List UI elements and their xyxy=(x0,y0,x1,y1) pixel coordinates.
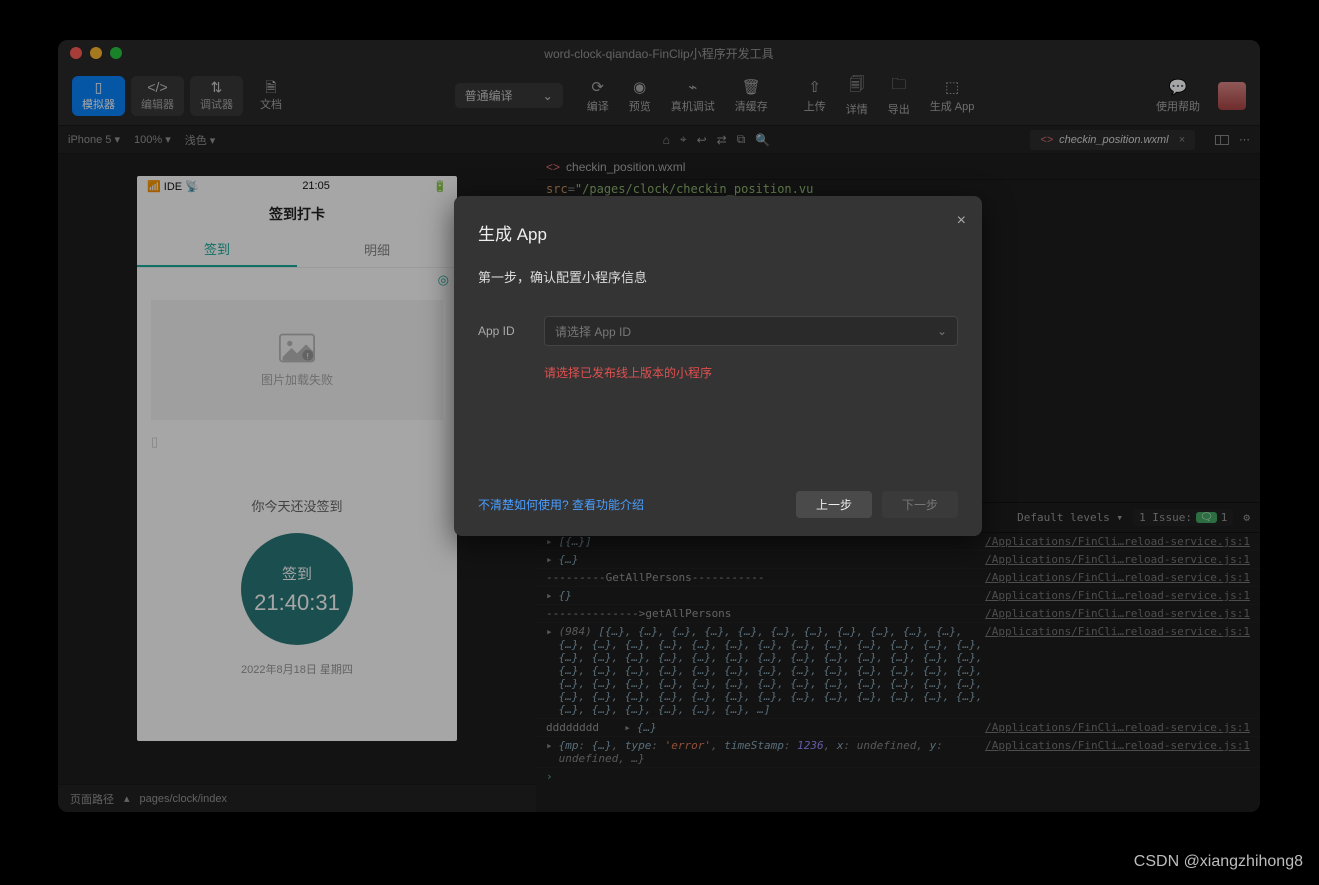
appid-select[interactable]: 请选择 App ID ⌄ xyxy=(544,316,958,346)
watermark: CSDN @xiangzhihong8 xyxy=(1134,853,1303,871)
chevron-down-icon: ⌄ xyxy=(937,324,947,338)
modal-step: 第一步，确认配置小程序信息 xyxy=(478,267,958,286)
app-window: word-clock-qiandao-FinClip小程序开发工具 ▯模拟器 <… xyxy=(58,40,1260,812)
prev-step-button[interactable]: 上一步 xyxy=(796,491,872,518)
modal-title: 生成 App xyxy=(478,220,958,245)
appid-label: App ID xyxy=(478,324,526,338)
help-link[interactable]: 不清楚如何使用? 查看功能介绍 xyxy=(478,496,644,513)
modal-warning: 请选择已发布线上版本的小程序 xyxy=(544,364,958,381)
close-icon[interactable]: × xyxy=(957,212,966,230)
next-step-button[interactable]: 下一步 xyxy=(882,491,958,518)
gen-app-modal: × 生成 App 第一步，确认配置小程序信息 App ID 请选择 App ID… xyxy=(454,196,982,536)
